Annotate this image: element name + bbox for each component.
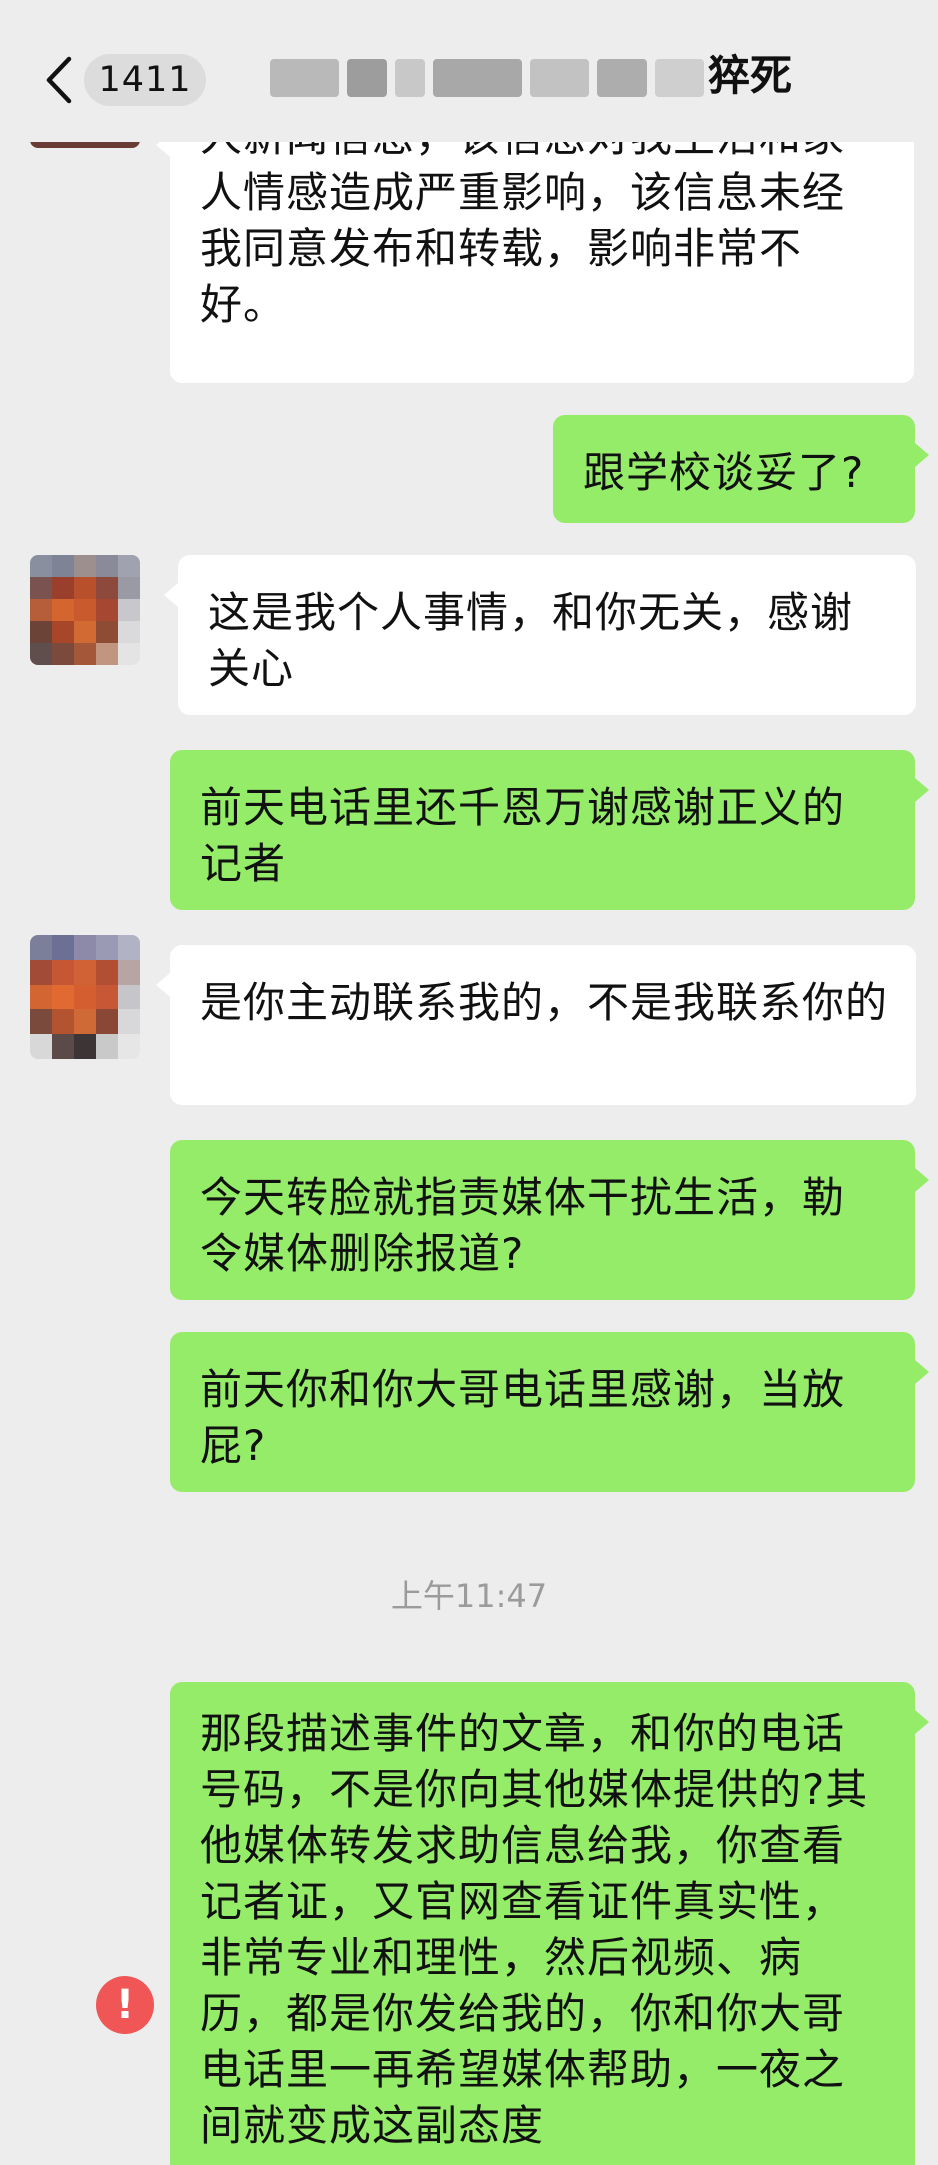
message-text: 人新闻信息，该信息对我生活和家人情感造成严重影响，该信息未经我同意发布和转载，影…: [200, 112, 846, 329]
contact-avatar[interactable]: [30, 935, 140, 1059]
message-text: 今天转脸就指责媒体干扰生活，勒令媒体删除报道?: [200, 1173, 846, 1278]
chat-title: 猝死: [708, 51, 793, 100]
back-button[interactable]: [38, 50, 78, 110]
blurred-title: [270, 48, 704, 108]
message-text: 是你主动联系我的，不是我联系你的: [200, 978, 889, 1027]
send-failed-icon[interactable]: !: [96, 1976, 154, 2034]
outgoing-message[interactable]: 前天你和你大哥电话里感谢，当放屁?: [170, 1332, 929, 1492]
message-text: 跟学校谈妥了?: [583, 448, 865, 497]
message-timestamp: 上午11:47: [390, 1577, 548, 1615]
chevron-left-icon: [46, 56, 72, 104]
incoming-message[interactable]: 人新闻信息，该信息对我生活和家人情感造成严重影响，该信息未经我同意发布和转载，影…: [156, 105, 914, 383]
outgoing-message[interactable]: 今天转脸就指责媒体干扰生活，勒令媒体删除报道?: [170, 1140, 929, 1300]
unread-count-badge[interactable]: 1411: [84, 54, 206, 106]
outgoing-message[interactable]: 前天电话里还千恩万谢感谢正义的记者: [170, 750, 929, 910]
message-text: 这是我个人事情，和你无关，感谢关心: [208, 588, 854, 693]
message-text: 前天你和你大哥电话里感谢，当放屁?: [200, 1365, 846, 1470]
chat-header: 1411 猝死: [0, 0, 938, 142]
contact-avatar[interactable]: [30, 555, 140, 665]
incoming-message[interactable]: 这是我个人事情，和你无关，感谢关心: [164, 555, 916, 715]
incoming-message[interactable]: 是你主动联系我的，不是我联系你的: [156, 945, 916, 1105]
message-text: 那段描述事件的文章，和你的电话号码，不是你向其他媒体提供的?其他媒体转发求助信息…: [200, 1709, 869, 2150]
chat-screen: 1411 猝死 人新闻信息，该信息对我生活和家人情感造成严重影响，该信息未经我同…: [0, 0, 938, 2165]
outgoing-message[interactable]: 跟学校谈妥了?: [553, 415, 929, 523]
outgoing-message[interactable]: 那段描述事件的文章，和你的电话号码，不是你向其他媒体提供的?其他媒体转发求助信息…: [170, 1682, 929, 2165]
message-text: 前天电话里还千恩万谢感谢正义的记者: [200, 783, 846, 888]
